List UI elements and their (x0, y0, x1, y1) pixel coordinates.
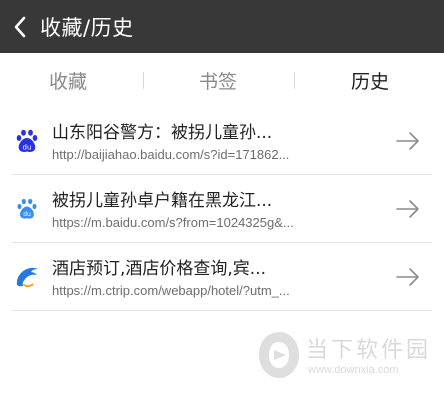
ctrip-dolphin-icon (16, 267, 38, 288)
title-bar: 收藏/历史 (0, 0, 444, 53)
arrow-right-icon (396, 132, 419, 150)
history-item[interactable]: du 被拐儿童孙卓户籍在黑龙江... https://m.baidu.com/s… (0, 175, 444, 243)
watermark: 当下软件园 www.downxia.com (256, 326, 436, 386)
row-divider (12, 310, 432, 311)
tab-divider (294, 72, 295, 89)
history-item-title: 被拐儿童孙卓户籍在黑龙江... (52, 191, 273, 211)
arrow-right-icon (396, 268, 419, 286)
history-item[interactable]: 酒店预订,酒店价格查询,宾... https://m.ctrip.com/web… (0, 243, 444, 311)
history-item-title: 山东阳谷警方：被拐儿童孙... (52, 123, 273, 143)
tab-divider (143, 72, 144, 89)
tab-bar: 收藏 书签 历史 (0, 53, 444, 107)
history-list: du 山东阳谷警方：被拐儿童孙... http://baijiahao.baid… (0, 107, 444, 311)
watermark-url: www.downxia.com (308, 364, 399, 376)
watermark-brand: 当下软件园 (306, 338, 432, 363)
svg-text:du: du (23, 143, 32, 151)
tab-history[interactable]: 历史 (320, 53, 420, 107)
page-title: 收藏/历史 (40, 15, 134, 40)
history-item-url: https://m.baidu.com/s?from=1024325g&... (52, 215, 294, 230)
history-item-url: http://baijiahao.baidu.com/s?id=171862..… (52, 147, 290, 162)
tab-bookmarks[interactable]: 书签 (168, 53, 268, 107)
chevron-left-icon (14, 16, 26, 37)
arrow-right-icon (396, 200, 419, 218)
history-item-url: https://m.ctrip.com/webapp/hotel/?utm_..… (52, 283, 290, 298)
baidu-paw-icon: du (17, 198, 37, 219)
downxia-logo-icon (259, 332, 299, 378)
tab-favorites[interactable]: 收藏 (18, 53, 118, 107)
history-item-title: 酒店预订,酒店价格查询,宾... (52, 259, 267, 279)
back-button[interactable] (2, 0, 38, 53)
baidu-du-icon: du (16, 129, 38, 152)
history-item[interactable]: du 山东阳谷警方：被拐儿童孙... http://baijiahao.baid… (0, 107, 444, 175)
svg-text:du: du (23, 211, 31, 218)
